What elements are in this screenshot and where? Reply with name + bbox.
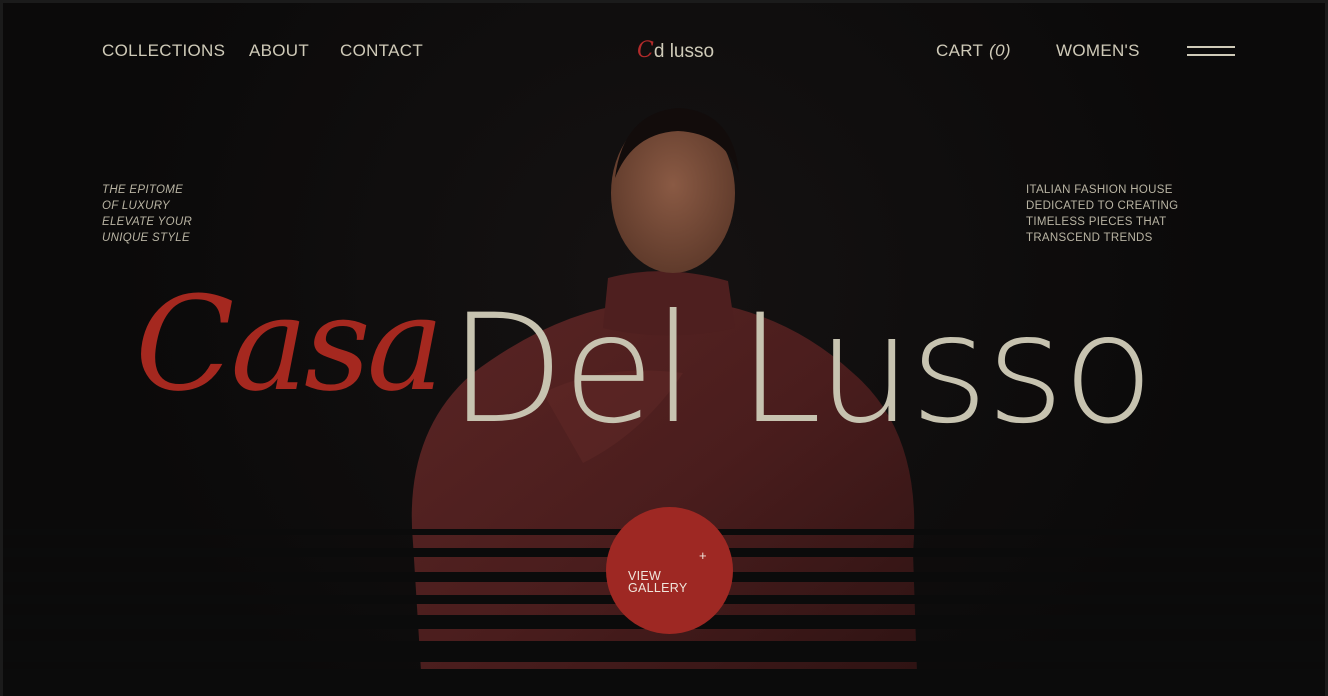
tagline-left: THE EPITOME OF LUXURY ELEVATE YOUR UNIQU… — [102, 182, 192, 246]
view-gallery-label: VIEW GALLERY — [628, 570, 688, 595]
nav-contact-link[interactable]: CONTACT — [340, 41, 423, 61]
cart-label: CART — [936, 41, 984, 60]
tagline-right: ITALIAN FASHION HOUSE DEDICATED TO CREAT… — [1026, 182, 1178, 246]
tagline-left-line: OF LUXURY — [102, 200, 170, 212]
logo-text: d lusso — [653, 41, 715, 62]
nav-womens-link[interactable]: WOMEN'S — [1056, 41, 1140, 61]
nav-about-link[interactable]: ABOUT — [249, 41, 309, 61]
hero-section: COLLECTIONS ABOUT CONTACT Cd lusso CART (… — [0, 0, 1328, 696]
decorative-stripe — [3, 641, 1325, 662]
tagline-right-line: TIMELESS PIECES THAT — [1026, 216, 1167, 228]
tagline-left-line: UNIQUE STYLE — [102, 232, 190, 244]
headline-sans-words: Del Lusso — [449, 283, 1154, 457]
tagline-right-line: DEDICATED TO CREATING — [1026, 200, 1179, 212]
brand-logo[interactable]: Cd lusso — [637, 38, 714, 63]
plus-icon: + — [699, 548, 707, 563]
decorative-stripe — [3, 669, 1325, 696]
hamburger-menu-icon[interactable] — [1187, 44, 1235, 58]
tagline-left-line: ELEVATE YOUR — [102, 216, 193, 228]
logo-mark: C — [637, 38, 654, 63]
nav-collections-link[interactable]: COLLECTIONS — [102, 41, 225, 61]
tagline-right-line: ITALIAN FASHION HOUSE — [1026, 184, 1173, 196]
cart-count: (0) — [989, 41, 1011, 60]
view-gallery-button[interactable]: + VIEW GALLERY — [606, 507, 733, 634]
tagline-left-line: THE EPITOME — [102, 184, 184, 196]
tagline-right-line: TRANSCEND TRENDS — [1026, 232, 1153, 244]
view-gallery-line: GALLERY — [628, 581, 688, 595]
cart-link[interactable]: CART (0) — [936, 41, 1011, 61]
headline-script-word: Casa — [135, 268, 444, 420]
